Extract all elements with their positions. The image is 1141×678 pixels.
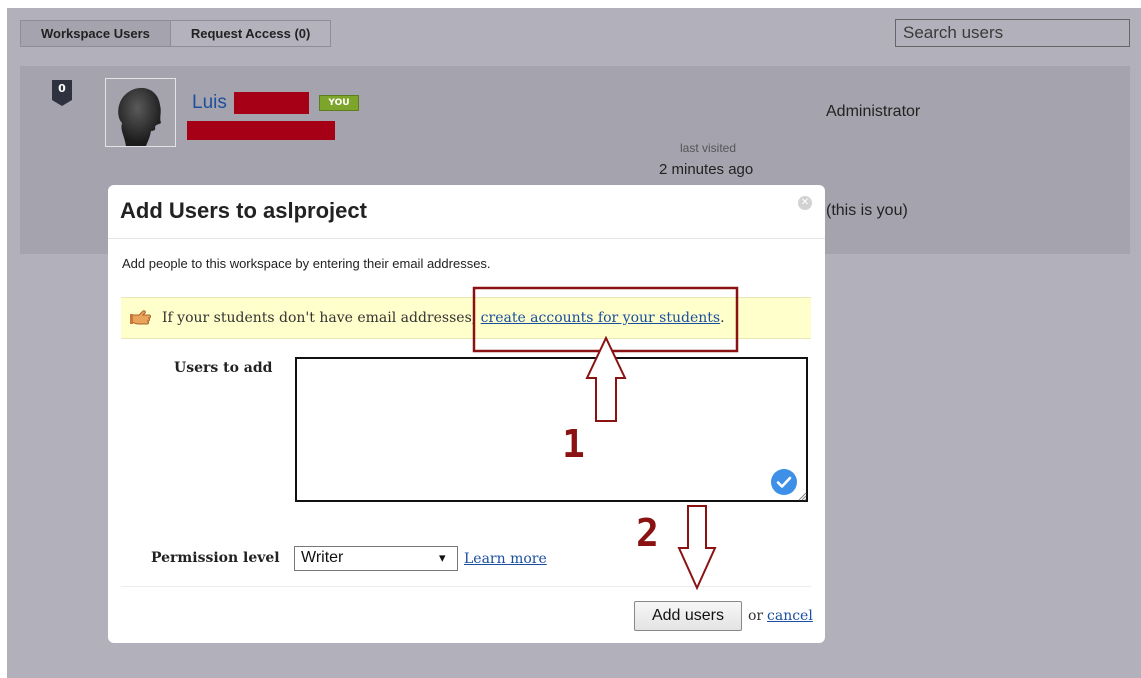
last-visited-value: 2 minutes ago (659, 161, 754, 178)
tab-workspace-users[interactable]: Workspace Users (20, 20, 171, 47)
tab-request-access[interactable]: Request Access (0) (170, 20, 332, 47)
you-badge: YOU (319, 95, 359, 111)
users-to-add-input[interactable] (295, 357, 808, 502)
divider (108, 238, 825, 239)
user-name[interactable]: Luis (192, 92, 227, 114)
notice-text-before: If your students don't have email addres… (162, 310, 481, 326)
redacted-surname (234, 92, 309, 114)
dialog-description: Add people to this workspace by entering… (122, 256, 491, 271)
redacted-email (187, 121, 335, 140)
cancel-link[interactable]: cancel (767, 608, 813, 624)
user-silhouette-icon (118, 87, 161, 146)
tab-bar: Workspace Users Request Access (0) (20, 20, 332, 47)
avatar (105, 78, 176, 147)
create-accounts-link[interactable]: create accounts for your students (481, 310, 720, 326)
notice-text: If your students don't have email addres… (162, 310, 725, 326)
users-to-add-label: Users to add (174, 360, 273, 376)
user-role: Administrator (826, 103, 921, 120)
hand-pointing-icon (130, 310, 151, 325)
permission-level-label: Permission level (151, 550, 280, 566)
count-badge: 0 (58, 82, 66, 95)
step-number-2: 2 (636, 511, 659, 555)
add-users-button[interactable]: Add users (634, 601, 742, 631)
notice-text-after: . (720, 310, 725, 326)
step-number-1: 1 (562, 422, 585, 466)
chevron-down-icon: ▾ (439, 550, 446, 565)
learn-more-link[interactable]: Learn more (464, 551, 547, 567)
close-icon[interactable]: ✕ (798, 196, 812, 210)
or-text: or (748, 608, 764, 624)
resize-grip-icon[interactable] (797, 491, 807, 501)
permission-level-value: Writer (301, 549, 344, 566)
last-visited-label: last visited (680, 141, 737, 155)
search-input[interactable] (895, 19, 1130, 47)
dialog-title: Add Users to aslproject (120, 198, 367, 223)
check-icon (771, 469, 797, 495)
self-note: (this is you) (826, 202, 908, 219)
divider (121, 586, 811, 587)
